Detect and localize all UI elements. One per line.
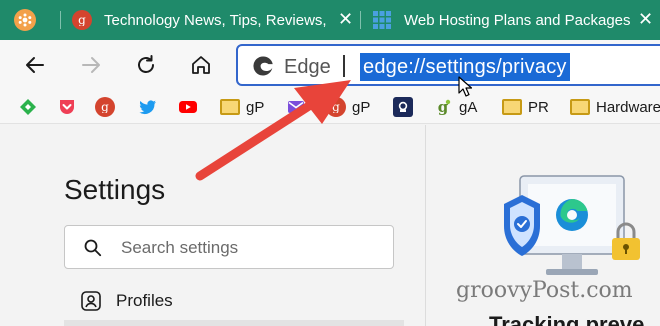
folder-icon: [502, 97, 522, 117]
groovypost-icon: g: [326, 97, 346, 117]
profile-icon: [81, 291, 101, 311]
grid-icon: [372, 10, 392, 30]
refresh-icon: [138, 55, 154, 73]
search-icon: [84, 239, 102, 257]
home-button[interactable]: [186, 50, 216, 80]
back-arrow-icon: [26, 57, 44, 73]
mail-icon: [286, 97, 306, 117]
sidebar-item-label: Profiles: [116, 291, 173, 310]
favorite-item[interactable]: [178, 95, 198, 119]
toolbar: Edge edge://settings/privacy: [0, 40, 660, 90]
back-button[interactable]: [20, 50, 50, 80]
favorite-label: gP: [246, 98, 265, 116]
search-placeholder: Search settings: [121, 238, 239, 257]
tab-separator: [60, 11, 61, 29]
groovypost-g-icon: g: [72, 10, 92, 30]
favorite-item[interactable]: [138, 95, 158, 119]
refresh-button[interactable]: [131, 50, 161, 80]
watermark: groovyPost.com: [456, 278, 633, 303]
sidebar-item-selected-band: [64, 320, 404, 326]
youtube-icon: [178, 97, 198, 117]
favorite-item[interactable]: g: [95, 95, 115, 119]
tab-actions-icon[interactable]: [14, 9, 36, 31]
favorite-label: gP: [352, 98, 371, 116]
favorite-folder[interactable]: gP: [220, 95, 264, 119]
search-input[interactable]: Search settings: [64, 225, 394, 269]
forward-arrow-icon: [82, 57, 100, 73]
section-heading: Tracking preve: [489, 312, 645, 326]
tab-separator: [360, 11, 361, 29]
tab-strip: g Technology News, Tips, Reviews, ✕ Web …: [0, 0, 660, 40]
favorites-bar: g gP g gP g gA PR Hardware: [0, 90, 660, 124]
favorite-folder[interactable]: PR: [502, 95, 549, 119]
favorite-label: PR: [528, 98, 549, 116]
favorite-item[interactable]: g gP: [326, 95, 370, 119]
pocket-icon: [57, 97, 77, 117]
forward-button[interactable]: [76, 50, 106, 80]
svg-text:g: g: [78, 14, 86, 26]
home-icon: [192, 56, 210, 74]
groovyandroid-icon: g: [433, 97, 453, 117]
edge-logo-icon: [253, 56, 273, 76]
close-icon[interactable]: ✕: [638, 10, 653, 28]
feedly-icon: [18, 97, 38, 117]
favorite-item[interactable]: g gA: [433, 95, 478, 119]
twitter-icon: [138, 97, 158, 117]
folder-icon: [570, 97, 590, 117]
mouse-pointer-icon: [458, 76, 472, 97]
address-bar[interactable]: Edge edge://settings/privacy: [236, 44, 660, 86]
address-divider: [343, 55, 345, 77]
folder-icon: [220, 97, 240, 117]
favorite-item[interactable]: [286, 95, 306, 119]
close-icon[interactable]: ✕: [338, 10, 353, 28]
favorite-item[interactable]: [18, 95, 38, 119]
tab-technology-news[interactable]: g Technology News, Tips, Reviews,: [72, 0, 337, 40]
favorite-label: Hardware: [596, 98, 660, 116]
svg-text:g: g: [101, 101, 109, 113]
password-icon: [393, 97, 413, 117]
groovypost-icon: g: [95, 97, 115, 117]
favorite-item[interactable]: [57, 95, 77, 119]
svg-text:g: g: [332, 101, 340, 113]
sidebar-item-profiles[interactable]: Profiles: [80, 288, 173, 314]
favorite-label: gA: [459, 98, 478, 116]
tab-title: Technology News, Tips, Reviews,: [104, 11, 327, 29]
browser-name-label: Edge: [284, 56, 331, 78]
favorite-item[interactable]: [393, 95, 413, 119]
page-title: Settings: [64, 174, 166, 205]
tab-title: Web Hosting Plans and Packages: [404, 11, 631, 29]
favorite-folder[interactable]: Hardware: [570, 95, 660, 119]
tab-web-hosting[interactable]: Web Hosting Plans and Packages: [372, 0, 647, 40]
privacy-illustration: [504, 175, 640, 275]
